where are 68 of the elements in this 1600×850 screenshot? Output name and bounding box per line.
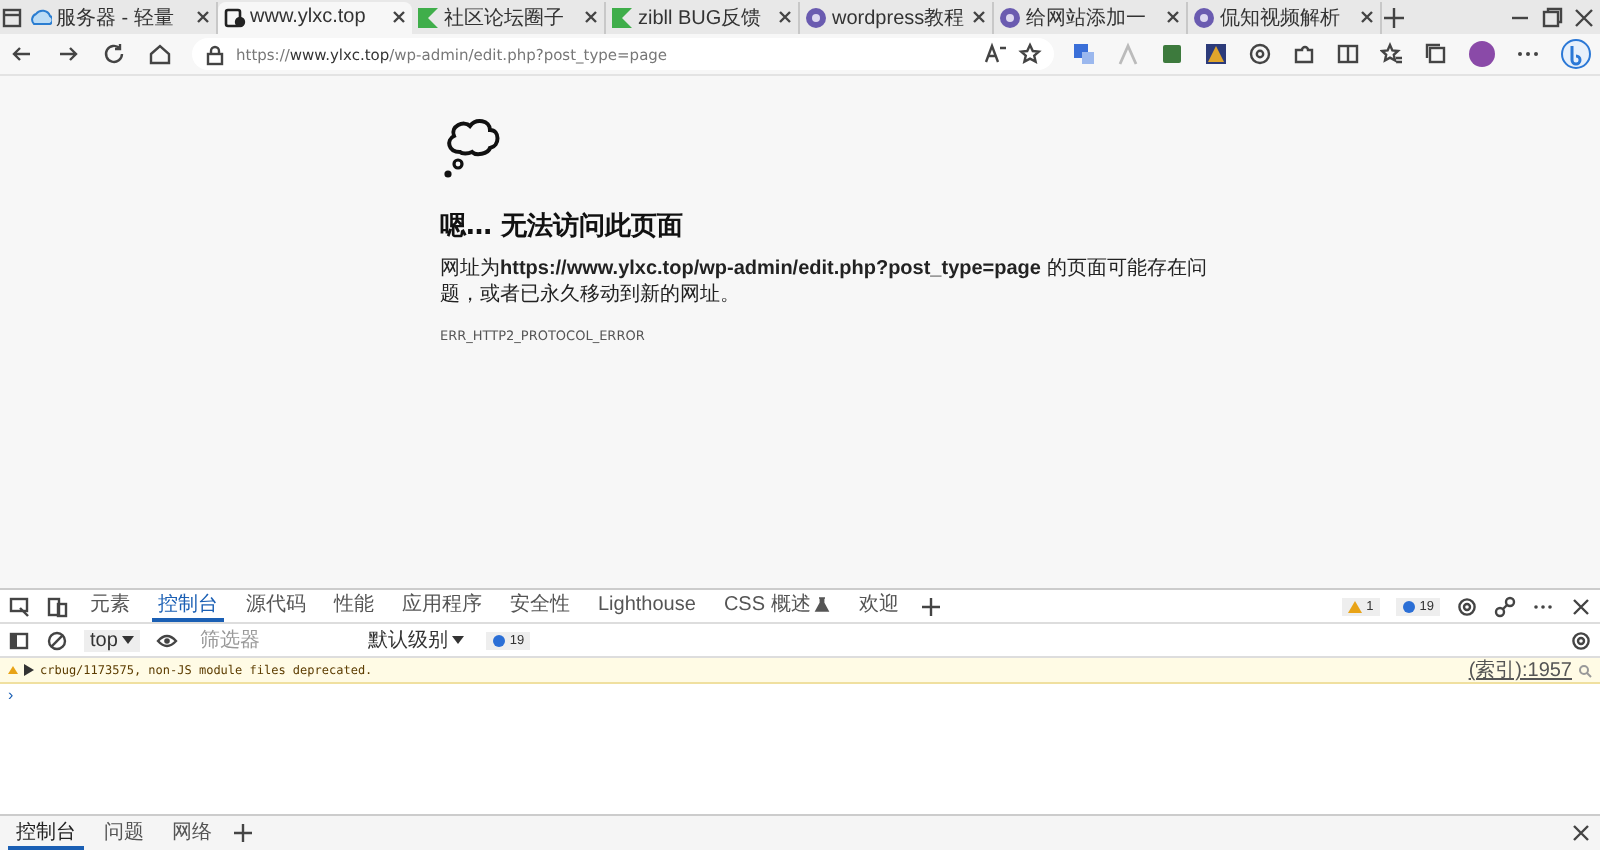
devtools-tab[interactable]: 性能 (328, 590, 380, 622)
connect-icon[interactable] (1494, 595, 1516, 617)
close-icon[interactable] (194, 8, 212, 26)
devtools-tab[interactable]: 应用程序 (396, 590, 488, 622)
error-message: 网址为https://www.ylxc.top/wp-admin/edit.php?post_type=page 的页面可能存在问题，或者已永久移动到新的网址。 (440, 256, 1209, 308)
devtools-tab[interactable]: 控制台 (152, 590, 224, 622)
drawer-tab[interactable]: 控制台 (8, 816, 84, 850)
globe-icon (804, 5, 828, 29)
drawer-tab[interactable]: 网络 (164, 816, 220, 850)
add-icon[interactable] (920, 595, 943, 617)
drawer-tab[interactable]: 问题 (96, 816, 152, 850)
context-dropdown[interactable]: top (84, 629, 140, 651)
inspect-icon[interactable] (8, 595, 30, 617)
leaf-icon (610, 5, 634, 29)
favorites-icon[interactable] (1380, 42, 1404, 66)
home-icon[interactable] (146, 40, 174, 68)
info-icon (1401, 599, 1416, 613)
devtools-tab[interactable]: 欢迎 (852, 590, 905, 622)
add-icon[interactable] (232, 822, 254, 844)
dropdown-arrow-icon (121, 634, 134, 646)
device-icon[interactable] (46, 595, 68, 617)
close-icon[interactable] (1570, 822, 1592, 844)
settings-icon[interactable] (1456, 595, 1478, 617)
globe-icon (1192, 5, 1216, 29)
collections-icon[interactable] (1424, 42, 1448, 66)
extension-icon[interactable] (1248, 42, 1272, 66)
close-icon[interactable] (390, 8, 408, 26)
close-icon[interactable] (970, 8, 988, 26)
close-icon[interactable] (1570, 595, 1592, 617)
devtools-tab[interactable]: CSS 概述 (717, 590, 837, 622)
leaf-icon (416, 5, 440, 29)
close-icon[interactable] (776, 8, 794, 26)
dropdown-arrow-icon (451, 634, 464, 646)
warning-icon (1348, 599, 1363, 613)
read-aloud-icon[interactable] (984, 42, 1008, 66)
translate-icon[interactable] (1072, 42, 1096, 66)
error-title: 嗯… 无法访问此页面 (440, 209, 686, 244)
warning-icon (8, 664, 18, 676)
refresh-icon[interactable] (100, 40, 128, 68)
avatar-icon[interactable] (1468, 40, 1496, 68)
close-icon[interactable] (1164, 8, 1182, 26)
info-icon (491, 633, 506, 647)
settings-icon[interactable] (1570, 629, 1592, 651)
devtools-tab[interactable]: Lighthouse (592, 590, 702, 622)
devtools-tab[interactable]: 源代码 (240, 590, 312, 622)
close-icon[interactable] (1358, 8, 1376, 26)
search-icon[interactable] (1578, 663, 1592, 677)
expand-triangle-icon[interactable] (24, 664, 34, 676)
clear-icon[interactable] (46, 629, 68, 651)
page-icon (222, 5, 246, 29)
close-icon[interactable] (582, 8, 600, 26)
eye-icon[interactable] (155, 629, 178, 651)
split-screen-icon[interactable] (1336, 42, 1360, 66)
favorite-add-icon[interactable] (1018, 42, 1042, 66)
browser-tab[interactable]: www.ylxc.top (218, 1, 412, 33)
log-level-dropdown[interactable]: 默认级别 (361, 626, 470, 654)
devtools-tab[interactable]: 安全性 (504, 590, 576, 622)
cloud-icon (28, 5, 52, 29)
sidebar-icon[interactable] (8, 629, 30, 651)
devtools-tab[interactable]: 元素 (84, 590, 136, 622)
extension-icon[interactable] (1204, 42, 1228, 66)
source-link[interactable]: (索引):1957 (1468, 656, 1572, 684)
globe-icon (998, 5, 1022, 29)
console-prompt[interactable]: › (8, 685, 14, 703)
new-tab-icon[interactable] (1382, 5, 1406, 29)
extension-icon[interactable] (1160, 42, 1184, 66)
lock-icon[interactable] (204, 43, 226, 65)
tab-actions-icon[interactable] (0, 5, 24, 29)
